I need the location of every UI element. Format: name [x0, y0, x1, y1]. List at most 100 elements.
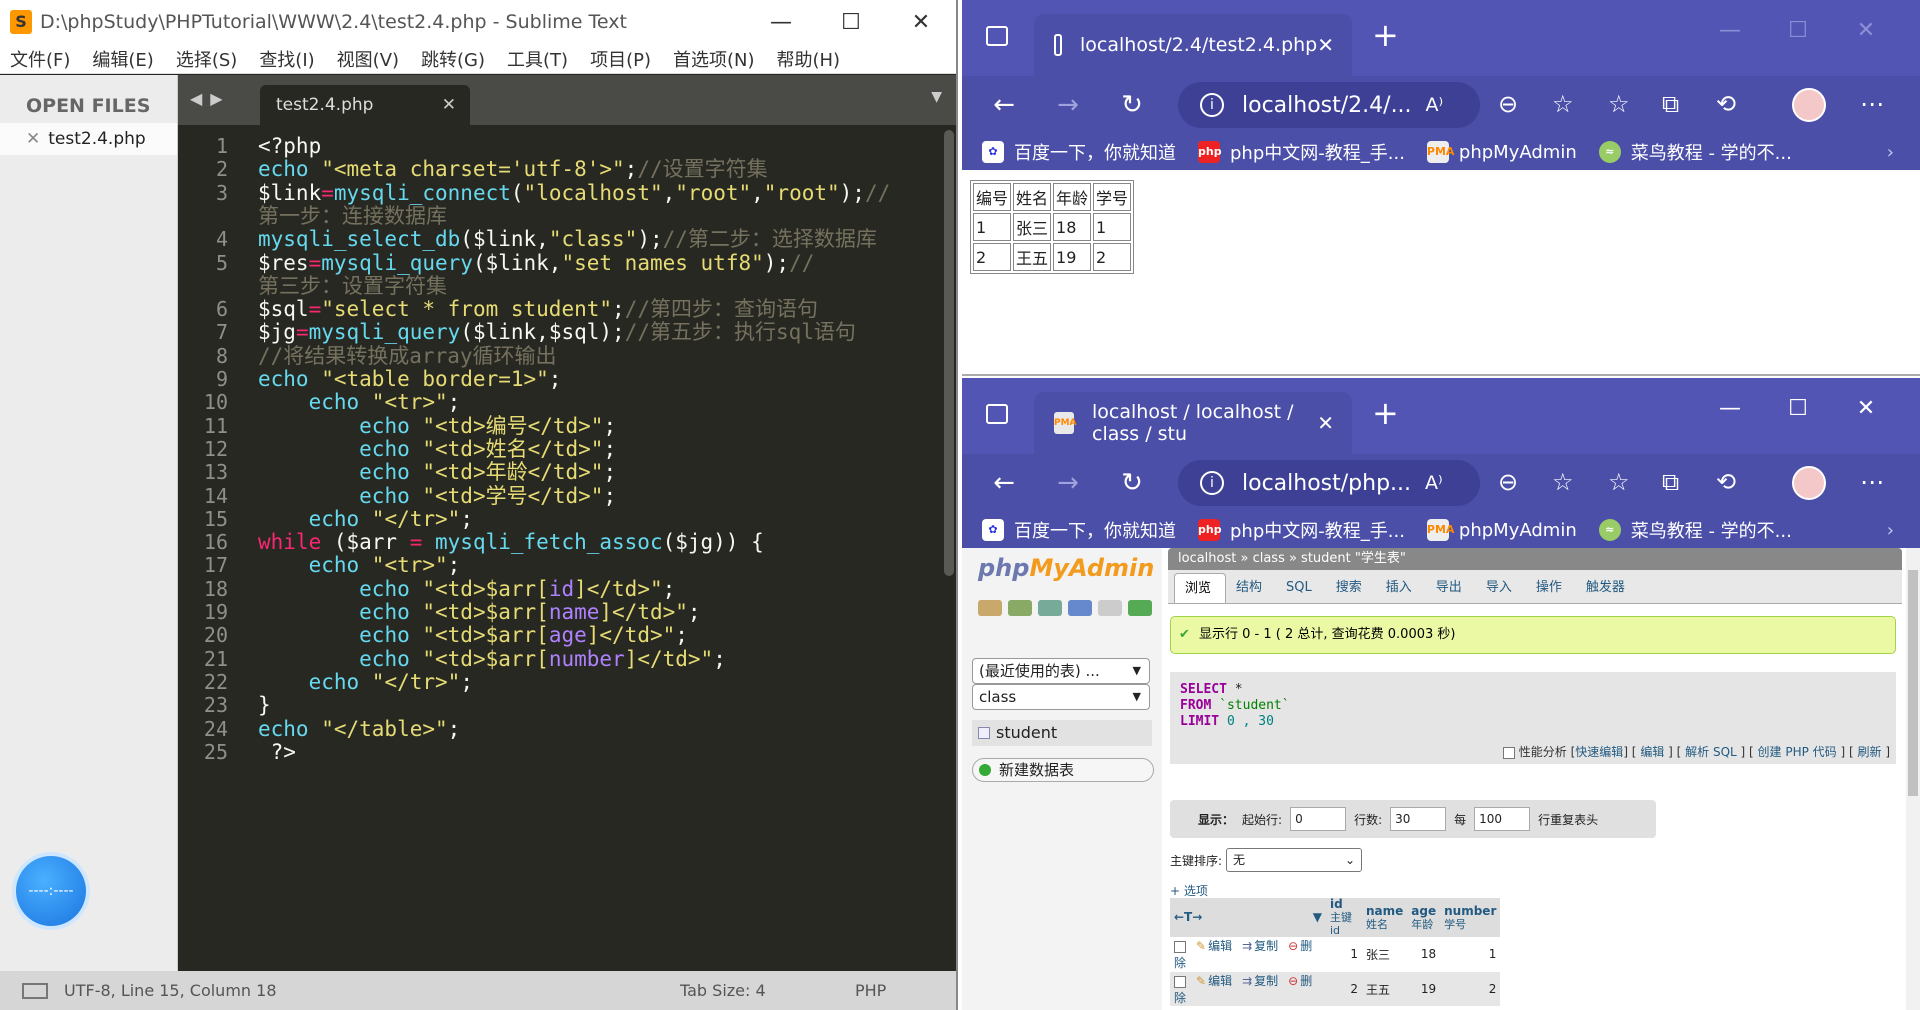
code-line[interactable]: echo "<td>姓名</td>";: [258, 437, 616, 461]
history-icon[interactable]: ⟲: [1716, 468, 1736, 496]
new-tab-icon[interactable]: +: [1372, 394, 1399, 432]
menu-edit[interactable]: 编辑(E): [92, 46, 153, 72]
maximize-button[interactable]: ☐: [1764, 396, 1832, 421]
refresh-icon[interactable]: ↻: [1100, 468, 1164, 498]
code-line[interactable]: $sql="select * from student";//第四步：查询语句: [258, 297, 818, 321]
maximize-button[interactable]: ☐: [1764, 18, 1832, 43]
column-header-name[interactable]: name 姓名: [1362, 898, 1408, 937]
profiling-checkbox[interactable]: [1502, 746, 1515, 759]
status-syntax[interactable]: PHP: [855, 981, 886, 1000]
bookmark-runoob[interactable]: ≈ 菜鸟教程 - 学的不...: [1598, 139, 1792, 165]
start-row-input[interactable]: 0: [1290, 807, 1347, 831]
code-line[interactable]: echo "</tr>";: [258, 507, 473, 531]
maximize-button[interactable]: ☐: [816, 10, 886, 35]
link-refresh[interactable]: 刷新: [1857, 745, 1881, 759]
code-line[interactable]: echo "<td>$arr[name]</td>";: [258, 600, 700, 624]
favorites-icon[interactable]: ☆: [1608, 90, 1630, 118]
code-line[interactable]: while ($arr = mysqli_fetch_assoc($jg)) {: [258, 530, 764, 554]
close-button[interactable]: ✕: [1832, 396, 1900, 421]
info-icon[interactable]: i: [1200, 471, 1224, 495]
bookmarks-more-icon[interactable]: ›: [1887, 142, 1894, 163]
column-header-age[interactable]: age 年龄: [1407, 898, 1441, 937]
code-line[interactable]: 第三步：设置字符集: [258, 274, 447, 298]
page-scrollbar[interactable]: [1906, 548, 1920, 1010]
zoom-icon[interactable]: ⊖: [1498, 468, 1518, 496]
code-line[interactable]: echo "<tr>";: [258, 554, 461, 577]
code-line[interactable]: ?>: [258, 740, 296, 764]
close-button[interactable]: ✕: [1832, 18, 1900, 43]
back-icon[interactable]: ←: [972, 90, 1036, 120]
menu-preferences[interactable]: 首选项(N): [673, 46, 755, 72]
code-line[interactable]: echo "<td>学号</td>";: [258, 484, 616, 508]
tab-sql[interactable]: SQL: [1276, 573, 1326, 603]
link-create-php[interactable]: 创建 PHP 代码: [1758, 745, 1837, 759]
code-line[interactable]: echo "<td>$arr[id]</td>";: [258, 577, 675, 601]
floating-assistant-button[interactable]: ----:----: [16, 856, 86, 926]
grid-cell[interactable]: 1: [1326, 937, 1362, 972]
grid-cell[interactable]: 18: [1407, 937, 1441, 972]
row-edit-link[interactable]: 编辑: [1208, 939, 1232, 953]
bookmark-phpmyadmin[interactable]: PMA phpMyAdmin: [1426, 519, 1577, 541]
code-line[interactable]: <?php: [258, 134, 321, 158]
logout-icon[interactable]: [1008, 600, 1032, 616]
tab-insert[interactable]: 插入: [1376, 573, 1426, 603]
code-line[interactable]: echo "<td>$arr[number]</td>";: [258, 647, 726, 671]
sidebar-file-item[interactable]: ✕ test2.4.php: [0, 123, 177, 155]
code-line[interactable]: echo "<table border=1>";: [258, 367, 561, 391]
new-tab-icon[interactable]: +: [1372, 16, 1399, 54]
grid-cell[interactable]: 2: [1326, 971, 1362, 1007]
zoom-icon[interactable]: ⊖: [1498, 90, 1518, 118]
options-link[interactable]: + 选项: [1170, 882, 1208, 899]
link-edit[interactable]: 编辑: [1640, 745, 1664, 759]
code-line[interactable]: $link=mysqli_connect("localhost","root",…: [258, 181, 890, 205]
code-line[interactable]: //将结果转换成array循环输出: [258, 344, 557, 368]
address-bar[interactable]: i localhost/php... A⁾: [1178, 460, 1480, 506]
menu-goto[interactable]: 跳转(G): [421, 46, 485, 72]
row-checkbox[interactable]: [1174, 975, 1186, 988]
tab-test2-4[interactable]: test2.4.php ✕: [260, 85, 470, 125]
refresh-icon[interactable]: ↻: [1100, 90, 1164, 120]
favorites-icon[interactable]: ☆: [1608, 468, 1630, 496]
code-line[interactable]: $jg=mysqli_query($link,$sql);//第五步：执行sql…: [258, 321, 856, 344]
row-copy-link[interactable]: 复制: [1254, 939, 1278, 953]
profile-avatar[interactable]: [1792, 466, 1826, 500]
browser-tab-active[interactable]: PMA localhost / localhost / class / stu …: [1034, 392, 1352, 454]
menu-find[interactable]: 查找(I): [259, 46, 314, 72]
menu-project[interactable]: 项目(P): [590, 46, 651, 72]
editor-scrollbar[interactable]: [944, 130, 954, 576]
more-icon[interactable]: ⋯: [1860, 468, 1884, 496]
tab-triggers[interactable]: 触发器: [1576, 573, 1639, 603]
rows-input[interactable]: 30: [1390, 807, 1447, 831]
bookmark-phpcn[interactable]: php php中文网-教程_手...: [1198, 139, 1405, 165]
forward-icon[interactable]: →: [1036, 468, 1100, 498]
monitor-icon[interactable]: [22, 982, 48, 999]
sort-select[interactable]: 无 ⌄: [1226, 848, 1363, 872]
code-line[interactable]: echo "<tr>";: [258, 391, 461, 414]
more-icon[interactable]: ⋯: [1860, 90, 1884, 118]
add-favorite-icon[interactable]: ☆: [1552, 468, 1574, 496]
link-inline-edit[interactable]: 快速编辑: [1575, 745, 1623, 759]
code-line[interactable]: echo "<meta charset='utf-8'>";//设置字符集: [258, 158, 768, 181]
column-header-number[interactable]: number 学号: [1440, 898, 1501, 937]
column-header-id[interactable]: id 主键id: [1326, 898, 1362, 937]
tab-actions-icon[interactable]: [986, 26, 1008, 46]
help-icon[interactable]: [1068, 600, 1092, 616]
add-favorite-icon[interactable]: ☆: [1552, 90, 1574, 118]
tab-dropdown-icon[interactable]: ▼: [931, 89, 942, 105]
browser-tab-active[interactable]: localhost/2.4/test2.4.php ✕: [1034, 14, 1352, 76]
menu-view[interactable]: 视图(V): [337, 46, 399, 72]
code-line[interactable]: echo "<td>年龄</td>";: [258, 461, 616, 484]
code-line[interactable]: echo "<td>编号</td>";: [258, 414, 616, 438]
recent-tables-select[interactable]: (最近使用的表) ... ▼: [972, 658, 1150, 684]
history-icon[interactable]: ⟲: [1716, 90, 1736, 118]
menu-help[interactable]: 帮助(H): [777, 46, 841, 72]
code-line[interactable]: $res=mysqli_query($link,"set names utf8"…: [258, 251, 814, 275]
tab-nav-arrows-icon[interactable]: ◀▶: [190, 89, 231, 108]
tab-close-icon[interactable]: ✕: [442, 95, 456, 115]
code-line[interactable]: }: [258, 694, 271, 717]
tab-structure[interactable]: 结构: [1226, 573, 1276, 603]
database-select[interactable]: class ▼: [972, 684, 1150, 710]
bookmarks-more-icon[interactable]: ›: [1887, 520, 1894, 541]
tab-close-icon[interactable]: ✕: [1317, 33, 1334, 57]
menu-selection[interactable]: 选择(S): [176, 46, 237, 72]
